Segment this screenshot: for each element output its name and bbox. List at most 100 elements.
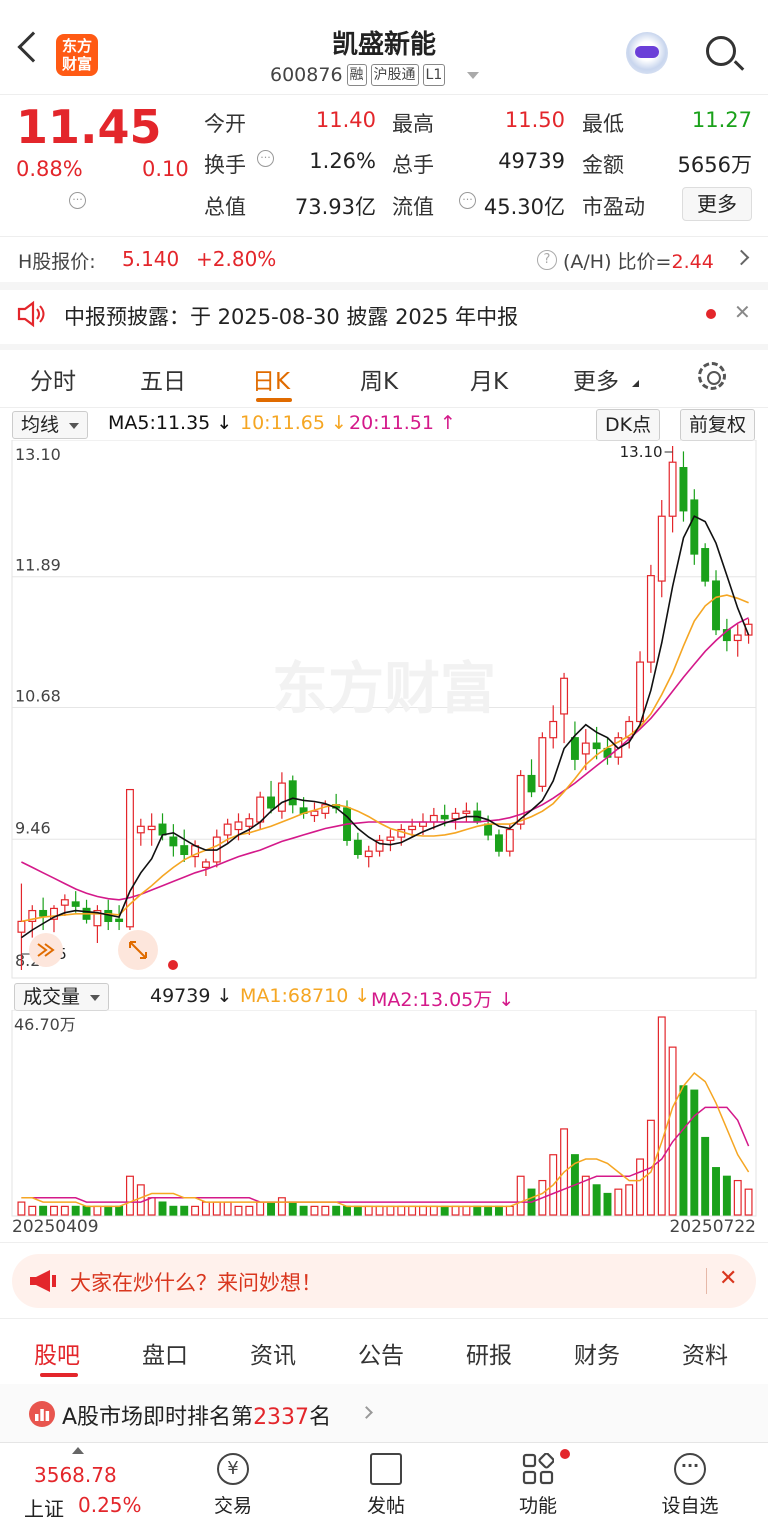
index-value[interactable]: 3568.78 bbox=[34, 1463, 117, 1487]
tab-intraday[interactable]: 分时 bbox=[30, 362, 76, 396]
info-icon[interactable]: ··· bbox=[459, 192, 476, 209]
candle-body bbox=[646, 575, 655, 663]
volume-bar bbox=[451, 1205, 460, 1216]
candle-body bbox=[690, 499, 699, 555]
more-button[interactable]: 更多 bbox=[682, 187, 752, 221]
candle-body bbox=[60, 899, 69, 906]
candle-body bbox=[245, 818, 254, 827]
info-tab[interactable]: 公告 bbox=[358, 1336, 404, 1370]
info-tab[interactable]: 盘口 bbox=[142, 1336, 188, 1370]
volume-bar bbox=[28, 1205, 37, 1216]
tab-weekly-k[interactable]: 周K bbox=[360, 362, 398, 396]
volume-bar bbox=[701, 1136, 710, 1216]
expand-up-icon[interactable] bbox=[72, 1447, 84, 1454]
top-bar: 东方财富 凯盛新能 600876 融 沪股通 L1 bbox=[0, 0, 768, 95]
watermark: 东方财富 bbox=[272, 657, 496, 722]
nav-post[interactable]: 发帖 bbox=[326, 1443, 446, 1518]
tab-more[interactable]: 更多 bbox=[573, 362, 619, 396]
help-icon[interactable]: ? bbox=[537, 250, 557, 270]
stat-label: 总手 bbox=[392, 153, 434, 177]
market-rank-row[interactable]: A股市场即时排名第2337名 bbox=[0, 1384, 768, 1442]
volume-chart[interactable]: 46.70万 20250409 20250722 bbox=[0, 1010, 768, 1240]
tab-monthly-k[interactable]: 月K bbox=[470, 362, 508, 396]
y-tick-label: 10.68 bbox=[15, 686, 61, 705]
nav-trade[interactable]: ¥ 交易 bbox=[173, 1443, 293, 1518]
index-name[interactable]: 上证 bbox=[24, 1493, 64, 1522]
ah-ratio-value: 2.44 bbox=[671, 251, 714, 273]
ai-ask-banner[interactable]: 大家在炒什么？来问妙想！ ✕ bbox=[12, 1254, 756, 1308]
speaker-icon bbox=[17, 300, 45, 328]
stock-subtitle[interactable]: 600876 融 沪股通 L1 bbox=[270, 64, 480, 86]
info-tab[interactable]: 资讯 bbox=[250, 1336, 296, 1370]
rank-text: A股市场即时排名第2337名 bbox=[62, 1399, 331, 1431]
volume-bar bbox=[636, 1158, 645, 1216]
volume-bar bbox=[440, 1205, 449, 1216]
info-icon[interactable]: ··· bbox=[69, 192, 86, 209]
stat-value: 73.93亿 bbox=[294, 195, 376, 219]
more-dots-icon: ··· bbox=[674, 1453, 706, 1485]
chevron-down-icon[interactable] bbox=[467, 71, 480, 79]
tab-daily-k[interactable]: 日K bbox=[252, 362, 290, 396]
volume-bar bbox=[147, 1197, 156, 1216]
vol-ma2-text: MA2:13.05万 bbox=[371, 989, 493, 1011]
ma-selector-label: 均线 bbox=[21, 414, 60, 436]
volume-bar bbox=[429, 1205, 438, 1216]
candlestick-chart[interactable]: 13.1011.8910.689.468.25东方财富13.108.25 bbox=[0, 440, 768, 980]
stat-label: 流值 bbox=[392, 195, 434, 219]
candle-body bbox=[560, 677, 569, 715]
stat-value: 45.30亿 bbox=[483, 195, 565, 219]
stat-value: 5656万 bbox=[677, 153, 752, 177]
candle-body bbox=[440, 814, 449, 820]
search-icon[interactable] bbox=[706, 36, 736, 66]
ah-ratio[interactable]: (A/H) 比价=2.44 bbox=[563, 247, 714, 274]
dk-point-toggle[interactable]: DK点 bbox=[596, 409, 661, 441]
volume-bar bbox=[473, 1205, 482, 1216]
candle-body bbox=[570, 737, 579, 760]
y-tick-label: 13.10 bbox=[15, 445, 61, 464]
volume-bar bbox=[71, 1205, 80, 1216]
ma-selector[interactable]: 均线 bbox=[12, 411, 89, 439]
info-icon[interactable]: ··· bbox=[257, 150, 274, 167]
volume-bar bbox=[60, 1205, 69, 1216]
volume-bar bbox=[158, 1201, 167, 1216]
volume-bar bbox=[93, 1205, 102, 1216]
volume-bar bbox=[668, 1046, 677, 1216]
info-tab[interactable]: 财务 bbox=[574, 1336, 620, 1370]
index-change[interactable]: 0.25% bbox=[78, 1493, 142, 1517]
tab-five-day[interactable]: 五日 bbox=[140, 362, 186, 396]
volume-bar bbox=[234, 1205, 243, 1216]
volume-bar bbox=[408, 1205, 417, 1216]
candle-body bbox=[256, 796, 265, 823]
volume-bar bbox=[375, 1205, 384, 1216]
settings-gear-icon[interactable] bbox=[698, 362, 726, 390]
price-adjust-toggle[interactable]: 前复权 bbox=[680, 409, 756, 441]
volume-bar bbox=[50, 1205, 58, 1216]
info-tab[interactable]: 股吧 bbox=[34, 1336, 80, 1370]
volume-selector[interactable]: 成交量 bbox=[14, 983, 110, 1011]
x-end-date: 20250722 bbox=[669, 1217, 756, 1237]
candle-body bbox=[223, 823, 232, 836]
ma5-text: MA5:11.35 bbox=[108, 412, 211, 434]
close-icon[interactable]: ✕ bbox=[734, 300, 751, 324]
stat-label: 金额 bbox=[582, 153, 624, 177]
volume-bar bbox=[484, 1205, 493, 1216]
volume-bar bbox=[516, 1175, 525, 1216]
chevron-right-icon bbox=[360, 1406, 373, 1419]
candle-body bbox=[538, 737, 547, 787]
assistant-robot-icon[interactable] bbox=[626, 32, 668, 74]
chevron-right-icon[interactable] bbox=[733, 249, 750, 266]
nav-add-watchlist[interactable]: ··· 设自选 bbox=[630, 1443, 750, 1518]
nav-functions[interactable]: 功能 bbox=[478, 1443, 598, 1518]
info-tab[interactable]: 资料 bbox=[682, 1336, 728, 1370]
volume-bar bbox=[657, 1016, 666, 1216]
stat-label: 换手 bbox=[204, 153, 246, 177]
stat-label: 总值 bbox=[204, 195, 246, 219]
notice-text[interactable]: 中报预披露：于 2025-08-30 披露 2025 年中报 bbox=[64, 301, 518, 331]
change-amount: 0.10 bbox=[142, 157, 189, 181]
info-tab[interactable]: 研报 bbox=[466, 1336, 512, 1370]
volume-bar bbox=[212, 1201, 221, 1216]
close-icon[interactable]: ✕ bbox=[719, 1266, 737, 1291]
stat-label: 今开 bbox=[204, 112, 246, 136]
megaphone-icon bbox=[30, 1270, 56, 1292]
stat-value: 11.40 bbox=[315, 108, 376, 132]
